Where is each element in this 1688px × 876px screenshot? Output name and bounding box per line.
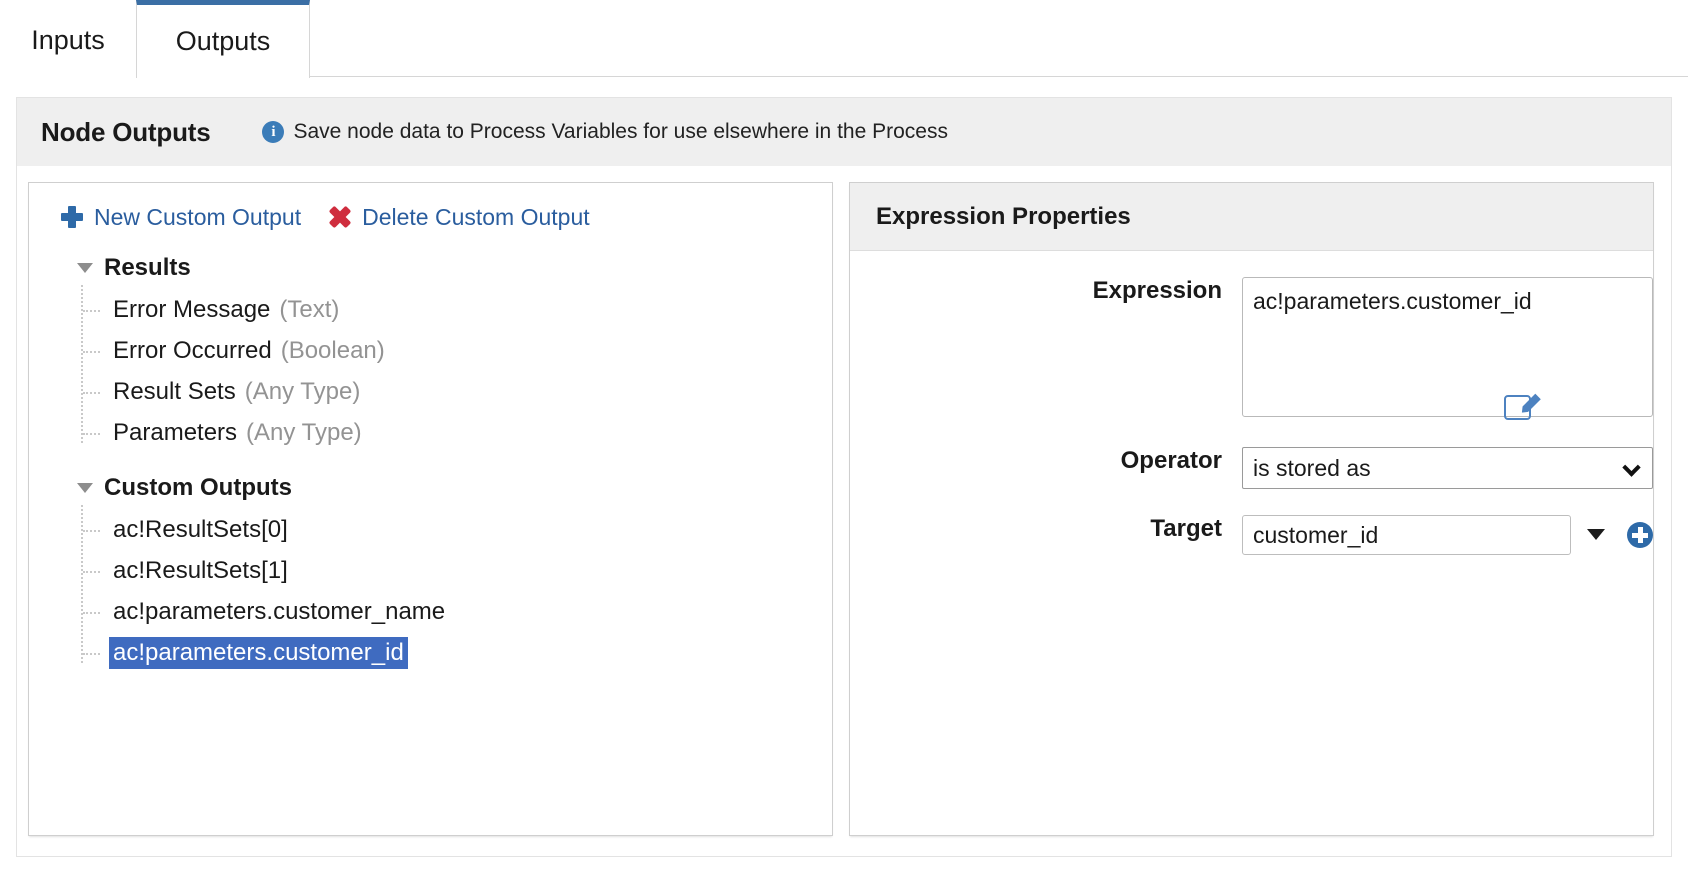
section-hint: i Save node data to Process Variables fo… [262,120,948,144]
x-icon [329,206,351,228]
target-row: Target [850,515,1653,555]
tree-item-customer-name[interactable]: ac!parameters.customer_name [81,591,832,632]
outputs-tree: Results Error Message (Text) Error Occurr… [29,247,832,673]
target-input[interactable] [1242,515,1571,555]
outputs-tree-panel: New Custom Output Delete Custom Output R… [28,182,833,836]
tree-children-custom-outputs: ac!ResultSets[0] ac!ResultSets[1] ac!par… [29,505,832,673]
tree-item-type: (Boolean) [280,336,385,364]
tree-item-name: Result Sets [113,377,236,405]
tree-item-error-message[interactable]: Error Message (Text) [81,289,832,330]
tree-item-name: Error Occurred [113,336,272,364]
tree-item-label: ac!ResultSets[0] [113,515,288,543]
tree-toolbar: New Custom Output Delete Custom Output [29,183,832,251]
tree-group-custom-outputs-label: Custom Outputs [104,474,292,501]
operator-row: Operator is stored as [850,447,1653,489]
expression-properties-panel: Expression Properties Expression Operato… [849,182,1654,836]
expression-row: Expression [850,277,1653,420]
tree-item-result-sets[interactable]: Result Sets (Any Type) [81,371,832,412]
tab-inputs[interactable]: Inputs [0,4,136,77]
plus-icon [61,206,83,228]
panels-container: New Custom Output Delete Custom Output R… [17,166,1671,858]
page-title: Node Outputs [41,116,211,147]
chevron-down-icon[interactable] [77,263,93,273]
new-custom-output-label: New Custom Output [94,203,302,230]
target-label: Target [1150,515,1222,542]
expression-input[interactable] [1242,277,1653,417]
tree-item-customer-id[interactable]: ac!parameters.customer_id [81,632,832,673]
tree-group-results-label: Results [104,254,191,281]
expression-properties-header: Expression Properties [850,183,1653,251]
section-header: Node Outputs i Save node data to Process… [17,98,1671,166]
tree-item-label: Error Message (Text) [109,294,343,326]
tree-item-type: (Any Type) [244,377,361,405]
delete-custom-output-label: Delete Custom Output [362,203,590,230]
operator-select[interactable]: is stored as [1242,447,1653,489]
tree-item-name: Parameters [113,418,238,446]
tree-item-resultsets-0[interactable]: ac!ResultSets[0] [81,509,832,550]
tab-strip: Inputs Outputs [0,0,1688,78]
tree-item-label: Error Occurred (Boolean) [109,335,389,367]
chevron-down-icon [1622,458,1641,477]
tab-outputs[interactable]: Outputs [136,0,310,78]
info-icon: i [262,121,285,143]
tree-children-results: Error Message (Text) Error Occurred (Boole… [29,285,832,453]
chevron-down-icon[interactable] [1587,529,1605,540]
operator-label: Operator [1120,447,1222,474]
tree-group-custom-outputs[interactable]: Custom Outputs [29,467,832,509]
tree-item-label: Result Sets (Any Type) [109,376,364,408]
expression-properties-title: Expression Properties [876,202,1131,230]
tab-inputs-label: Inputs [31,25,105,55]
tree-item-resultsets-1[interactable]: ac!ResultSets[1] [81,550,832,591]
tree-item-name: Error Message [113,295,271,323]
tab-outputs-label: Outputs [175,26,271,56]
tree-item-label: ac!parameters.customer_name [113,597,446,625]
tree-item-label: ac!ResultSets[1] [113,556,288,584]
delete-custom-output-button[interactable]: Delete Custom Output [329,204,590,231]
tree-item-error-occurred[interactable]: Error Occurred (Boolean) [81,330,832,371]
tree-item-label: Parameters (Any Type) [109,417,366,449]
tree-item-type: (Any Type) [246,418,362,446]
circle-plus-icon[interactable] [1627,522,1653,548]
page-body: Node Outputs i Save node data to Process… [0,77,1688,876]
edit-pencil-icon[interactable] [1504,395,1531,420]
tree-group-results[interactable]: Results [29,247,832,289]
expression-form: Expression Operator is stored as Target [850,251,1653,555]
tree-item-parameters[interactable]: Parameters (Any Type) [81,412,832,453]
section-hint-text: Save node data to Process Variables for … [293,120,948,143]
tree-item-label: ac!parameters.customer_id [109,636,408,669]
tree-item-type: (Text) [279,295,340,323]
chevron-down-icon[interactable] [77,483,93,493]
expression-label: Expression [1092,277,1222,304]
operator-value: is stored as [1253,454,1371,481]
node-outputs-section: Node Outputs i Save node data to Process… [16,97,1672,857]
new-custom-output-button[interactable]: New Custom Output [61,204,301,231]
